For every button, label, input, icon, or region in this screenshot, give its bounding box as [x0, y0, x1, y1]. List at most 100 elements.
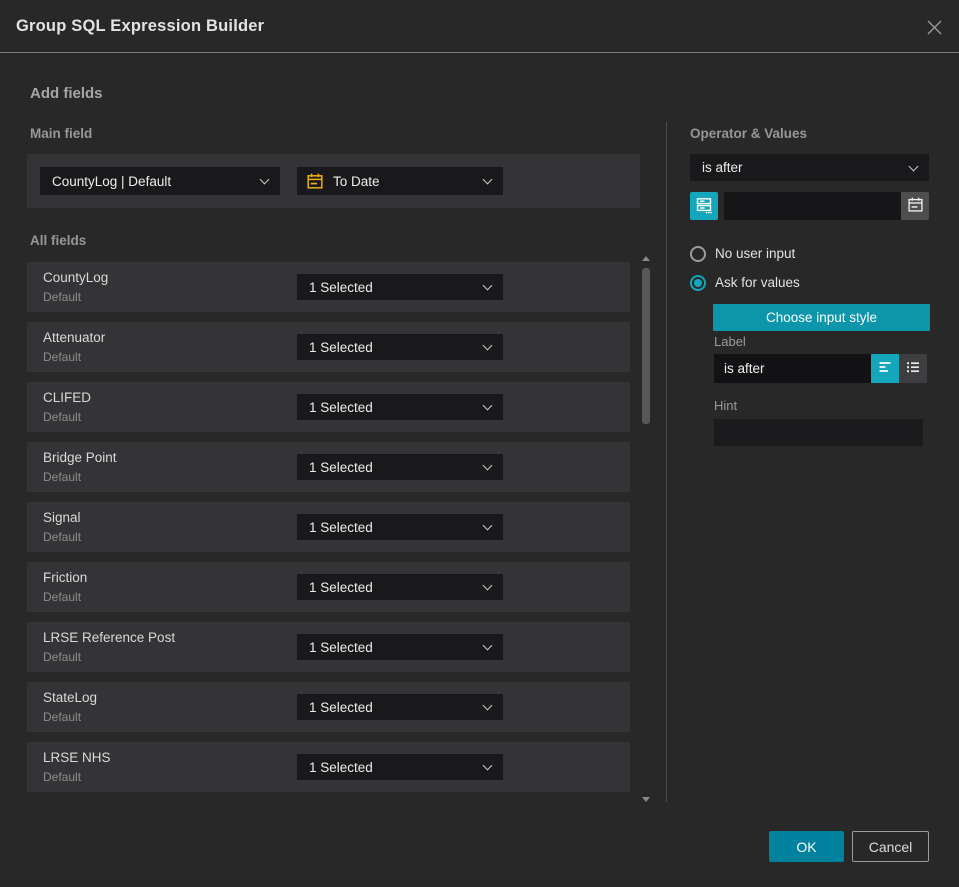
operator-dropdown-value: is after — [702, 160, 743, 175]
bullet-list-icon — [905, 359, 921, 378]
scroll-down-icon[interactable] — [642, 797, 650, 802]
calendar-icon — [907, 196, 924, 216]
date-picker-button[interactable] — [901, 192, 929, 220]
field-subtitle: Default — [43, 530, 82, 544]
align-left-icon — [877, 359, 893, 378]
add-fields-heading: Add fields — [30, 85, 103, 102]
scroll-up-icon[interactable] — [642, 256, 650, 261]
chevron-down-icon — [482, 520, 493, 531]
chevron-down-icon — [482, 400, 493, 411]
field-selection-value: 1 Selected — [309, 759, 373, 775]
ok-button[interactable]: OK — [769, 831, 844, 862]
main-field-dropdown[interactable]: CountyLog | Default — [40, 167, 280, 195]
close-icon[interactable] — [923, 16, 945, 38]
field-row: Friction Default 1 Selected — [27, 562, 630, 612]
field-selection-value: 1 Selected — [309, 519, 373, 535]
field-name: StateLog — [43, 690, 98, 705]
all-fields-list: CountyLog Default 1 Selected Attenuator … — [27, 262, 630, 802]
field-name: Attenuator — [43, 330, 106, 345]
field-name: CountyLog — [43, 270, 109, 285]
field-row: LRSE NHS Default 1 Selected — [27, 742, 630, 792]
field-selection-dropdown[interactable]: 1 Selected — [297, 274, 503, 300]
chevron-down-icon — [482, 640, 493, 651]
field-subtitle: Default — [43, 410, 82, 424]
value-input[interactable] — [724, 192, 901, 220]
field-row: CountyLog Default 1 Selected — [27, 262, 630, 312]
main-field-label: Main field — [30, 126, 93, 141]
field-selection-dropdown[interactable]: 1 Selected — [297, 334, 503, 360]
operator-dropdown[interactable]: is after — [690, 154, 929, 181]
field-subtitle: Default — [43, 770, 82, 784]
radio-no-user-input[interactable]: No user input — [690, 245, 795, 262]
align-left-style-button[interactable] — [871, 354, 899, 383]
field-row: Signal Default 1 Selected — [27, 502, 630, 552]
scrollbar-thumb[interactable] — [642, 268, 650, 424]
main-field-dropdown-value: CountyLog | Default — [52, 173, 172, 189]
all-fields-label: All fields — [30, 233, 87, 248]
field-subtitle: Default — [43, 710, 82, 724]
date-type-dropdown[interactable]: To Date — [297, 167, 503, 195]
label-field-label: Label — [714, 334, 746, 349]
field-selection-dropdown[interactable]: 1 Selected — [297, 514, 503, 540]
field-selection-value: 1 Selected — [309, 279, 373, 295]
vertical-divider — [666, 122, 667, 802]
field-selection-dropdown[interactable]: 1 Selected — [297, 454, 503, 480]
chevron-down-icon — [482, 340, 493, 351]
radio-circle-icon[interactable] — [690, 245, 706, 262]
field-row: Bridge Point Default 1 Selected — [27, 442, 630, 492]
chevron-down-icon — [908, 161, 919, 171]
field-row: CLIFED Default 1 Selected — [27, 382, 630, 432]
hint-field-label: Hint — [714, 398, 738, 413]
chevron-down-icon — [482, 460, 493, 471]
field-subtitle: Default — [43, 650, 82, 664]
field-name: Friction — [43, 570, 88, 585]
cancel-button[interactable]: Cancel — [852, 831, 929, 862]
field-subtitle: Default — [43, 290, 82, 304]
field-selection-value: 1 Selected — [309, 579, 373, 595]
titlebar: Group SQL Expression Builder — [0, 0, 959, 53]
field-selection-value: 1 Selected — [309, 639, 373, 655]
field-subtitle: Default — [43, 590, 82, 604]
chevron-down-icon — [482, 760, 493, 771]
chevron-down-icon — [482, 174, 493, 185]
field-selection-value: 1 Selected — [309, 699, 373, 715]
field-subtitle: Default — [43, 350, 82, 364]
field-selection-value: 1 Selected — [309, 459, 373, 475]
choose-input-style-button[interactable]: Choose input style — [713, 304, 930, 331]
field-name: LRSE Reference Post — [43, 630, 176, 645]
field-selection-dropdown[interactable]: 1 Selected — [297, 754, 503, 780]
field-row: Attenuator Default 1 Selected — [27, 322, 630, 372]
operator-values-heading: Operator & Values — [690, 126, 808, 141]
field-selection-value: 1 Selected — [309, 399, 373, 415]
unique-values-button[interactable] — [690, 192, 718, 220]
chevron-down-icon — [482, 280, 493, 291]
field-name: Bridge Point — [43, 450, 117, 465]
value-list-icon — [695, 196, 713, 217]
field-subtitle: Default — [43, 470, 82, 484]
radio-ask-for-values[interactable]: Ask for values — [690, 274, 800, 291]
main-field-panel: CountyLog | Default To Date — [27, 154, 640, 208]
group-sql-expression-builder-dialog: Group SQL Expression Builder Add fields … — [0, 0, 959, 887]
list-style-button[interactable] — [899, 354, 927, 383]
field-name: CLIFED — [43, 390, 92, 405]
field-selection-value: 1 Selected — [309, 339, 373, 355]
chevron-down-icon — [259, 174, 270, 185]
chevron-down-icon — [482, 700, 493, 711]
field-selection-dropdown[interactable]: 1 Selected — [297, 394, 503, 420]
radio-no-user-input-label: No user input — [715, 246, 796, 261]
field-selection-dropdown[interactable]: 1 Selected — [297, 574, 503, 600]
field-row: LRSE Reference Post Default 1 Selected — [27, 622, 630, 672]
field-selection-dropdown[interactable]: 1 Selected — [297, 694, 503, 720]
radio-ask-for-values-label: Ask for values — [715, 275, 800, 290]
field-row: StateLog Default 1 Selected — [27, 682, 630, 732]
dialog-title: Group SQL Expression Builder — [16, 17, 265, 35]
field-name: Signal — [43, 510, 81, 525]
input-style-segmented-control — [871, 354, 927, 383]
label-input[interactable] — [714, 354, 871, 383]
field-selection-dropdown[interactable]: 1 Selected — [297, 634, 503, 660]
list-scrollbar[interactable] — [640, 254, 652, 804]
chevron-down-icon — [482, 580, 493, 591]
calendar-icon — [306, 172, 324, 193]
hint-input[interactable] — [714, 419, 923, 446]
radio-selected-icon[interactable] — [690, 274, 706, 291]
